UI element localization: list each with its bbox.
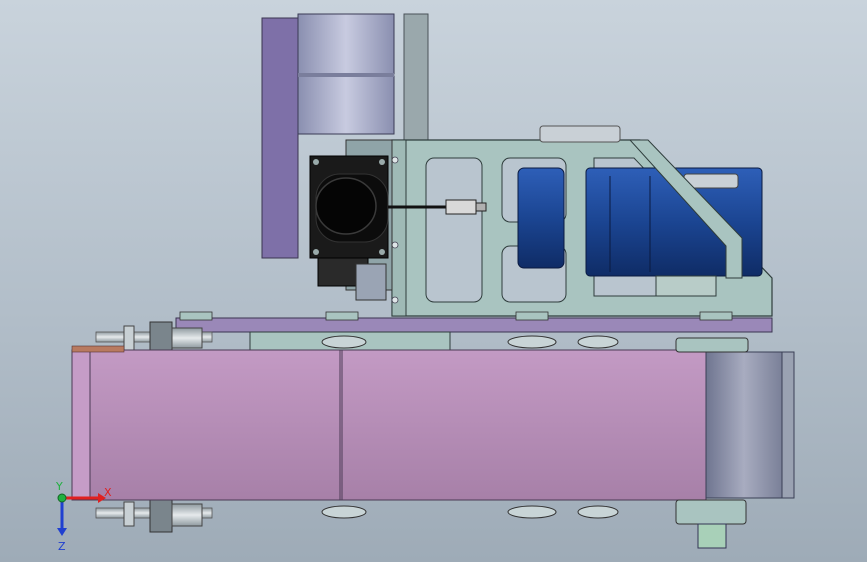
belt-top-edge-strip (71, 345, 125, 353)
camera-lens (315, 177, 377, 235)
belt-left-edge (71, 349, 91, 501)
end-roller-drum (705, 351, 783, 499)
top-plate-main (175, 317, 773, 333)
cad-viewport[interactable]: X Y Z (0, 0, 867, 562)
triad-x-label: X (104, 486, 112, 499)
bearing-bottom (321, 505, 367, 519)
bearing-top (507, 335, 557, 349)
triad-z-label: Z (58, 540, 66, 553)
motor-mount-foot (655, 275, 717, 297)
plate-tab (325, 311, 359, 321)
upper-roller (297, 13, 395, 75)
motor-body-front (517, 167, 565, 269)
frame-window-left (425, 157, 483, 303)
triad-z-arrow (57, 528, 67, 536)
cad-model-view[interactable]: X Y Z (0, 0, 867, 562)
lower-coupling-nut (171, 503, 203, 527)
frame-bolt (391, 156, 399, 164)
end-roller-top-cap (675, 337, 749, 353)
bearing-bottom (507, 505, 557, 519)
camera-screw (379, 249, 385, 255)
end-roller-shaft (697, 523, 727, 549)
plate-tab (515, 311, 549, 321)
belt-section-left (89, 349, 341, 501)
end-roller-flange (781, 351, 795, 499)
camera-screw (379, 159, 385, 165)
lower-roller (297, 75, 395, 135)
frame-side-post (391, 139, 407, 317)
triad-y-axis (57, 493, 67, 503)
conveyor-belt[interactable] (71, 345, 707, 501)
frame-bolt (391, 296, 399, 304)
camera-screw (313, 159, 319, 165)
upper-coupling-flange (123, 325, 135, 351)
plate-tab (179, 311, 213, 321)
bearing-bottom (577, 505, 619, 519)
end-roller-bottom-cap (675, 499, 747, 525)
camera-module[interactable] (309, 139, 393, 301)
bearing-top (577, 335, 619, 349)
bearing-top (321, 335, 367, 349)
roller-divider (298, 73, 394, 77)
frame-bolt (391, 241, 399, 249)
belt-section-right (339, 349, 707, 501)
plate-tab (699, 311, 733, 321)
side-guide-plate (261, 17, 299, 259)
motor-top-cap (539, 125, 621, 143)
camera-clip (355, 263, 387, 301)
connector-plug (445, 199, 477, 215)
camera-screw (313, 249, 319, 255)
roller-bracket (403, 13, 429, 145)
upper-coupling-nut (171, 327, 203, 349)
lower-coupling-body (149, 497, 173, 533)
lower-coupling-flange (123, 501, 135, 527)
connector-tip (475, 202, 487, 212)
triad-y-label: Y (55, 480, 63, 493)
upper-coupling-body (149, 321, 173, 353)
